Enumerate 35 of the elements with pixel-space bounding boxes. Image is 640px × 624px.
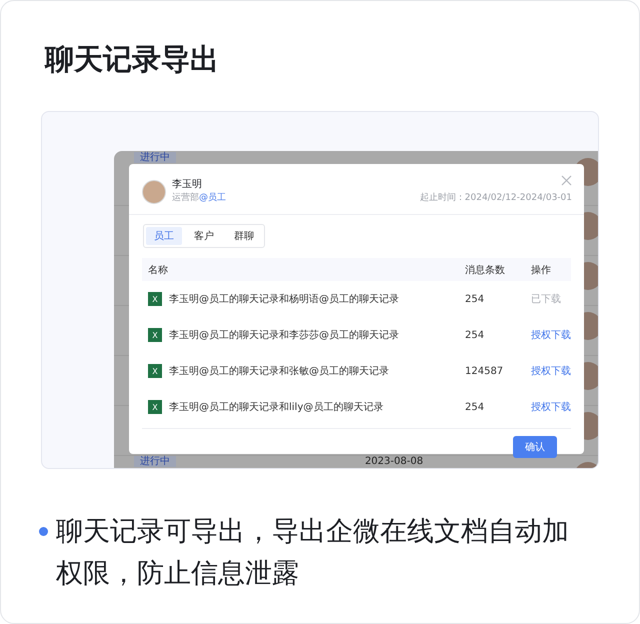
message-count: 254 bbox=[465, 330, 486, 340]
spreadsheet-icon: X bbox=[148, 292, 162, 306]
download-link[interactable]: 授权下载 bbox=[531, 400, 571, 414]
download-link[interactable]: 授权下载 bbox=[531, 328, 571, 342]
tab[interactable]: 客户 bbox=[186, 227, 222, 245]
spreadsheet-icon: X bbox=[148, 400, 162, 414]
bullet-text: 聊天记录可导出，导出企微在线文档自动加权限，防止信息泄露 bbox=[56, 515, 570, 591]
file-name: 李玉明@员工的聊天记录和张敏@员工的聊天记录 bbox=[169, 364, 389, 378]
column-header: 名称 bbox=[148, 264, 169, 276]
user-name: 李玉明 bbox=[172, 178, 203, 191]
status-tag: 进行中 bbox=[134, 456, 176, 467]
file-name: 李玉明@员工的聊天记录和lily@员工的聊天记录 bbox=[169, 400, 384, 414]
file-name: 李玉明@员工的聊天记录和杨明语@员工的聊天记录 bbox=[169, 292, 399, 306]
message-count: 254 bbox=[465, 294, 486, 304]
spreadsheet-icon: X bbox=[148, 364, 162, 378]
card-title: 聊天记录导出 bbox=[45, 41, 220, 78]
date-text: 2023-08-08 bbox=[364, 456, 424, 467]
status-text: 已下载 bbox=[531, 292, 562, 306]
close-icon[interactable] bbox=[561, 175, 572, 186]
tab[interactable]: 群聊 bbox=[226, 227, 262, 245]
role-text: @员工 bbox=[199, 192, 226, 204]
date-range-text: 起止时间：2024/02/12-2024/03-01 bbox=[420, 192, 572, 204]
status-tag: 进行中 bbox=[134, 152, 176, 163]
avatar bbox=[142, 180, 166, 204]
bullet-dot bbox=[39, 527, 48, 536]
message-count: 124587 bbox=[465, 366, 504, 376]
file-name: 李玉明@员工的聊天记录和李莎莎@员工的聊天记录 bbox=[169, 328, 399, 342]
column-header: 操作 bbox=[531, 264, 552, 276]
download-link[interactable]: 授权下载 bbox=[531, 364, 571, 378]
column-header: 消息条数 bbox=[465, 264, 506, 276]
tab[interactable]: 员工 bbox=[146, 227, 182, 245]
spreadsheet-icon: X bbox=[148, 328, 162, 342]
department-text: 运营部 bbox=[172, 192, 199, 204]
confirm-button[interactable]: 确认 bbox=[513, 436, 557, 458]
message-count: 254 bbox=[465, 402, 486, 412]
